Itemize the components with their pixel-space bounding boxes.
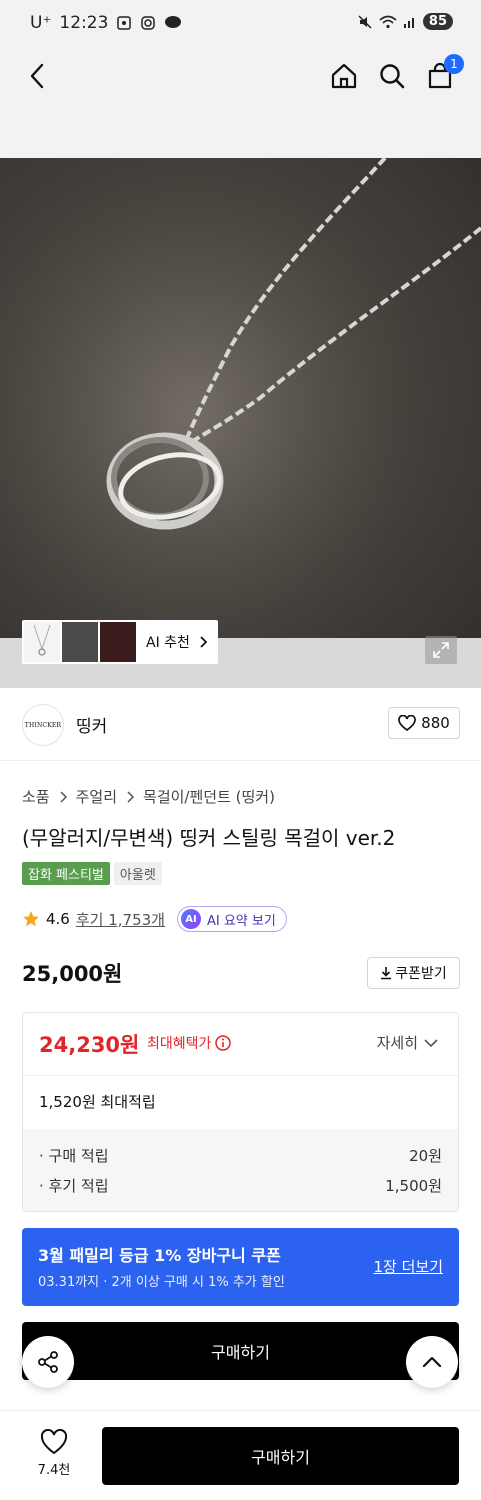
divider <box>0 760 481 761</box>
tag-festival: 잡화 페스티벌 <box>22 862 110 885</box>
cart-button[interactable]: 1 <box>422 54 464 94</box>
promo-subtitle: 03.31까지 · 2개 이상 구매 시 1% 추가 할인 <box>38 1275 285 1290</box>
breadcrumb-item[interactable]: 목걸이/펜던트 (띵커) <box>143 786 275 807</box>
brand-logo-text: THINCKER <box>24 721 62 729</box>
chevron-right-icon <box>200 636 208 648</box>
ai-badge-icon: AI <box>180 909 201 929</box>
brand-name[interactable]: 띵커 <box>76 712 107 737</box>
breadcrumb-item[interactable]: 소품 <box>22 786 50 807</box>
coupon-button[interactable]: 쿠폰받기 <box>367 957 460 989</box>
points-total: 1,520원 최대적립 <box>39 1093 156 1111</box>
points-row-label: · 후기 적립 <box>39 1177 109 1195</box>
points-row: · 후기 적립 1,500원 <box>39 1175 442 1196</box>
brand-like-count: 880 <box>421 714 450 732</box>
coupon-promo-banner[interactable]: 3월 패밀리 등급 1% 장바구니 쿠폰 03.31까지 · 2개 이상 구매 … <box>22 1228 459 1306</box>
carrier-label: U⁺ <box>30 13 52 33</box>
star-icon <box>23 911 39 927</box>
heart-icon <box>40 1429 68 1455</box>
product-title: (무알러지/무변색) 띵커 스틸링 목걸이 ver.2 <box>22 826 396 850</box>
heart-icon <box>398 715 417 731</box>
chevron-right-icon <box>127 790 135 803</box>
wishlist-count: 7.4천 <box>37 1463 71 1478</box>
points-row-label: · 구매 적립 <box>39 1147 109 1165</box>
instagram-icon <box>141 16 156 30</box>
brand-logo[interactable]: THINCKER <box>22 704 64 746</box>
breadcrumb: 소품 주얼리 목걸이/펜던트 (띵커) <box>22 786 275 807</box>
share-icon <box>38 1351 58 1373</box>
brand-like-button[interactable]: 880 <box>388 707 460 739</box>
points-row: · 구매 적립 20원 <box>39 1145 442 1166</box>
wifi-icon <box>379 15 397 28</box>
product-tags: 잡화 페스티벌 아울렛 <box>22 862 162 885</box>
original-price: 25,000원 <box>22 962 123 986</box>
mute-icon <box>358 14 372 29</box>
wishlist-button[interactable]: 7.4천 <box>32 1429 76 1478</box>
chevron-up-icon <box>422 1356 442 1368</box>
buy-button-inline[interactable]: 구매하기 <box>22 1322 459 1380</box>
points-row-value: 20원 <box>409 1147 442 1165</box>
top-nav: 1 <box>0 48 481 158</box>
necklace-image <box>0 158 481 688</box>
screenshot-icon <box>117 16 132 30</box>
rating-value: 4.6 <box>46 910 70 928</box>
recommend-thumb-1[interactable] <box>24 622 60 662</box>
buy-button[interactable]: 구매하기 <box>102 1427 459 1485</box>
chevron-left-icon <box>30 63 44 89</box>
recommend-thumb-2[interactable] <box>62 622 98 662</box>
search-button[interactable] <box>374 58 410 94</box>
necklace-thumb-icon <box>33 625 51 656</box>
info-icon <box>215 1035 232 1051</box>
back-button[interactable] <box>20 58 56 94</box>
zoom-button[interactable] <box>425 636 457 664</box>
breadcrumb-item[interactable]: 주얼리 <box>76 786 117 807</box>
share-button[interactable] <box>22 1336 74 1388</box>
expand-icon <box>433 642 449 658</box>
max-benefit-text: 최대혜택가 <box>147 1036 212 1052</box>
coupon-label: 쿠폰받기 <box>395 966 447 982</box>
chevron-right-icon <box>60 790 67 803</box>
scroll-top-button[interactable] <box>406 1336 458 1388</box>
benefit-box: 24,230원 최대혜택가 자세히 1,520원 최대적립 · 구매 적립 20… <box>22 1012 459 1212</box>
product-image[interactable] <box>0 158 481 688</box>
signal-icon <box>403 17 414 28</box>
cart-count-badge: 1 <box>444 54 464 74</box>
max-benefit-label[interactable]: 최대혜택가 <box>147 1033 232 1053</box>
points-detail: · 구매 적립 20원 · 후기 적립 1,500원 <box>23 1129 458 1211</box>
home-icon <box>331 63 357 89</box>
promo-title: 3월 패밀리 등급 1% 장바구니 쿠폰 <box>38 1246 281 1265</box>
home-button[interactable] <box>326 58 362 94</box>
tag-outlet: 아울렛 <box>113 862 162 885</box>
review-count-link[interactable]: 후기 1,753개 <box>76 909 165 930</box>
ai-recommend-label: AI 추천 <box>146 635 190 651</box>
detail-label: 자세히 <box>376 1034 418 1052</box>
rating-row: 4.6 후기 1,753개 AI AI 요약 보기 <box>22 906 287 932</box>
talk-icon <box>165 16 182 28</box>
download-icon <box>381 967 392 980</box>
divider <box>23 1075 458 1076</box>
bottom-action-bar: 7.4천 구매하기 <box>0 1410 481 1500</box>
ai-recommend-strip[interactable]: AI 추천 <box>22 620 218 664</box>
ai-summary-button[interactable]: AI AI 요약 보기 <box>176 906 287 932</box>
clock: 12:23 <box>59 13 109 33</box>
benefit-detail-toggle[interactable]: 자세히 <box>377 1032 438 1053</box>
recommend-thumb-3[interactable] <box>100 622 136 662</box>
points-row-value: 1,500원 <box>385 1177 442 1195</box>
chevron-down-icon <box>424 1038 438 1047</box>
battery-level: 85 <box>422 13 453 30</box>
search-icon <box>380 64 405 89</box>
ai-summary-label: AI 요약 보기 <box>206 913 276 929</box>
status-bar: U⁺ 12:23 85 <box>0 0 481 48</box>
sale-price: 24,230원 <box>39 1033 140 1057</box>
promo-more-link[interactable]: 1장 더보기 <box>373 1256 443 1277</box>
